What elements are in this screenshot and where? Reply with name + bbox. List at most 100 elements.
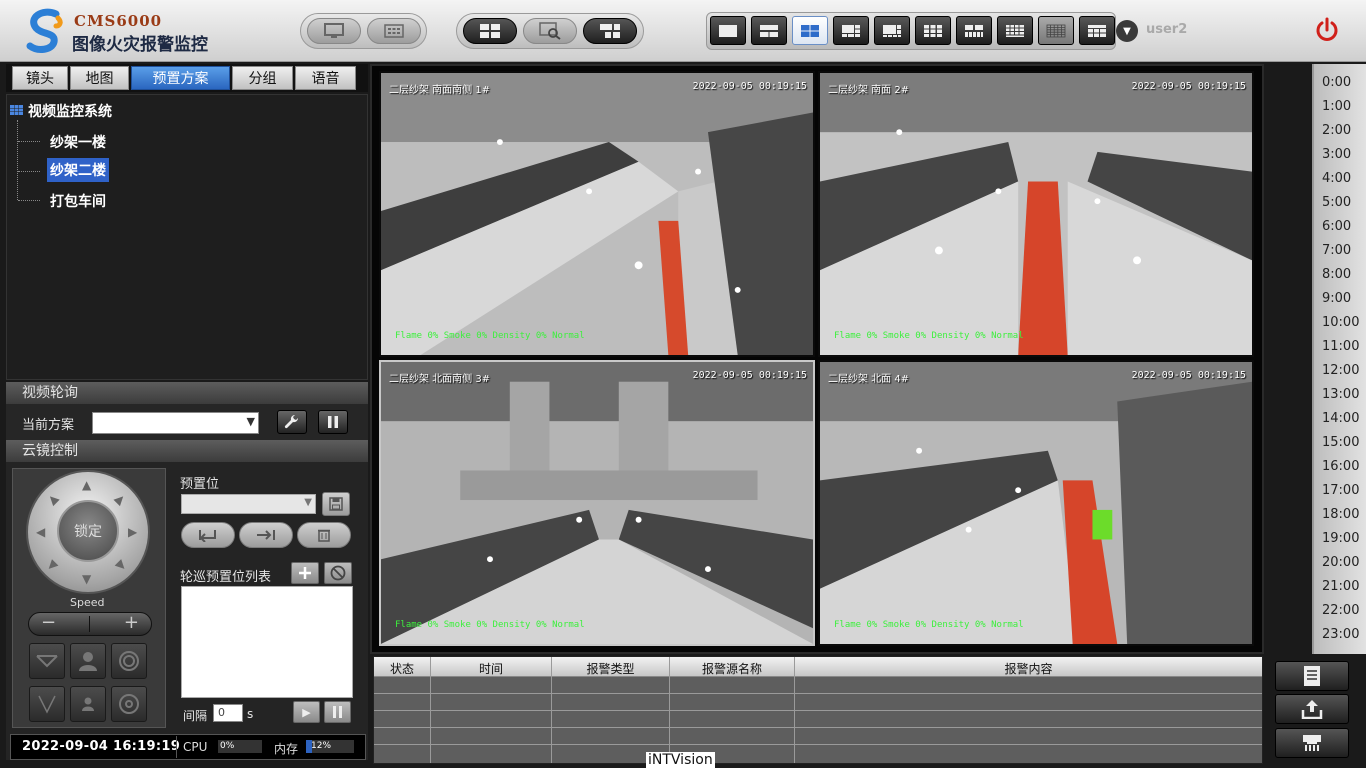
user-menu-chevron-down-icon[interactable]: ▼ (1116, 20, 1138, 42)
timeline-hour-label[interactable]: 2:00 (1322, 123, 1351, 138)
pan-left-arrow-icon[interactable]: ◀ (36, 525, 45, 539)
layout-16-button[interactable] (997, 16, 1033, 45)
timeline-hour-label[interactable]: 22:00 (1322, 603, 1359, 618)
alarm-log-button[interactable] (1275, 661, 1349, 691)
timeline-hour-label[interactable]: 12:00 (1322, 363, 1359, 378)
timeline-hour-label[interactable]: 1:00 (1322, 99, 1351, 114)
timeline-hour-label[interactable]: 13:00 (1322, 387, 1359, 402)
tour-pause-button[interactable] (318, 410, 348, 434)
pan-right-arrow-icon[interactable]: ▶ (128, 525, 137, 539)
config-button[interactable] (583, 18, 637, 44)
pan-up-arrow-icon[interactable]: ▲ (82, 478, 91, 492)
layout-25-button[interactable] (1038, 16, 1074, 45)
speed-label: Speed (70, 596, 105, 609)
layout-8-button[interactable] (874, 16, 910, 45)
power-icon[interactable] (1313, 16, 1341, 44)
preset-select[interactable]: ▼ (181, 494, 316, 514)
video-cell-1[interactable]: 二层纱架 南面南侧 1# 2022-09-05 00:19:15 Flame 0… (379, 71, 815, 357)
tour-play-button[interactable]: ▶ (293, 701, 320, 723)
tour-preset-list[interactable] (181, 586, 353, 698)
app-logo-icon (26, 8, 63, 53)
layout-9-button[interactable] (915, 16, 951, 45)
iris-close-button[interactable] (111, 686, 147, 722)
timeline-hour-label[interactable]: 16:00 (1322, 459, 1359, 474)
column-header-status[interactable]: 状态 (374, 660, 430, 677)
tour-add-button[interactable] (291, 562, 319, 584)
layout-4-button[interactable] (792, 16, 828, 45)
layout-25-icon (1046, 24, 1066, 37)
preset-set-button[interactable] (239, 522, 293, 548)
tour-stop-button[interactable] (324, 701, 351, 723)
preview-button[interactable] (463, 18, 517, 44)
monitor-view-button[interactable] (307, 18, 361, 44)
zoom-out-button[interactable] (29, 686, 65, 722)
preset-call-button[interactable] (181, 522, 235, 548)
focus-far-button[interactable] (70, 686, 106, 722)
layout-6-button[interactable] (833, 16, 869, 45)
video-cell-2[interactable]: 二层纱架 南面 2# 2022-09-05 00:19:15 Flame 0% … (818, 71, 1254, 357)
timeline-hour-label[interactable]: 6:00 (1322, 219, 1351, 234)
timeline-hour-label[interactable]: 19:00 (1322, 531, 1359, 546)
timeline-hour-label[interactable]: 11:00 (1322, 339, 1359, 354)
current-scheme-select[interactable]: ▼ (92, 412, 259, 434)
user-name[interactable]: user2 (1146, 22, 1187, 37)
timeline-hour-label[interactable]: 3:00 (1322, 147, 1351, 162)
layout-10-button[interactable] (956, 16, 992, 45)
speed-control: − + (28, 612, 152, 636)
timeline-hour-label[interactable]: 20:00 (1322, 555, 1359, 570)
zoom-in-button[interactable] (29, 643, 65, 679)
tab-voice[interactable]: 语音 (295, 66, 356, 90)
layout-2-button[interactable] (751, 16, 787, 45)
timeline-hour-label[interactable]: 14:00 (1322, 411, 1359, 426)
tab-camera[interactable]: 镜头 (12, 66, 68, 90)
tree-item-packing-workshop[interactable]: 打包车间 (47, 189, 109, 213)
timeline-hour-label[interactable]: 0:00 (1322, 75, 1351, 90)
memory-usage-value: 12% (311, 741, 332, 751)
scheme-settings-button[interactable] (277, 410, 307, 434)
speed-divider (89, 616, 90, 632)
playback-search-button[interactable] (523, 18, 577, 44)
tab-preset-scheme[interactable]: 预置方案 (131, 66, 230, 90)
brand-name: CMS6000 (74, 12, 163, 30)
timeline-hour-label[interactable]: 10:00 (1322, 315, 1359, 330)
tab-group[interactable]: 分组 (232, 66, 293, 90)
keypad-view-button[interactable] (367, 18, 421, 44)
video-cell-3[interactable]: 二层纱架 北面南侧 3# 2022-09-05 00:19:15 Flame 0… (379, 360, 815, 646)
preset-delete-button[interactable] (297, 522, 351, 548)
focus-near-button[interactable] (70, 643, 106, 679)
pan-down-arrow-icon[interactable]: ▼ (82, 572, 91, 586)
person-small-icon (82, 697, 94, 711)
timeline-hour-label[interactable]: 23:00 (1322, 627, 1359, 642)
timeline-hour-label[interactable]: 8:00 (1322, 267, 1351, 282)
ptz-lock-button[interactable]: 锁定 (57, 500, 119, 562)
video-cell-4[interactable]: 二层纱架 北面 4# 2022-09-05 00:19:15 Flame 0% … (818, 360, 1254, 646)
preset-save-button[interactable] (322, 492, 350, 516)
timeline-hour-label[interactable]: 9:00 (1322, 291, 1351, 306)
timeline-hour-label[interactable]: 7:00 (1322, 243, 1351, 258)
column-header-time[interactable]: 时间 (431, 660, 551, 677)
timeline-hour-label[interactable]: 17:00 (1322, 483, 1359, 498)
column-header-alarm-type[interactable]: 报警类型 (552, 660, 669, 677)
column-header-alarm-source[interactable]: 报警源名称 (670, 660, 794, 677)
tree-root[interactable]: 视频监控系统 (28, 101, 112, 121)
tree-item-yarn-floor-2[interactable]: 纱架二楼 (47, 158, 109, 182)
tab-map[interactable]: 地图 (70, 66, 129, 90)
clear-alarms-button[interactable] (1275, 728, 1349, 758)
timeline-hour-label[interactable]: 5:00 (1322, 195, 1351, 210)
column-header-alarm-content[interactable]: 报警内容 (795, 660, 1262, 677)
timeline-hour-label[interactable]: 15:00 (1322, 435, 1359, 450)
interval-input[interactable]: 0 (213, 704, 243, 722)
tree-item-yarn-floor-1[interactable]: 纱架一楼 (47, 130, 109, 154)
speed-decrease-button[interactable]: − (41, 612, 56, 633)
export-button[interactable] (1275, 694, 1349, 724)
tour-remove-button[interactable] (324, 562, 352, 584)
layout-1-button[interactable] (710, 16, 746, 45)
timeline-hour-label[interactable]: 4:00 (1322, 171, 1351, 186)
timeline-hour-label[interactable]: 21:00 (1322, 579, 1359, 594)
playback-timeline[interactable]: 0:00 1:00 2:00 3:00 4:00 5:00 6:00 7:00 8:00 9:00… (1312, 64, 1366, 654)
iris-open-button[interactable] (111, 643, 147, 679)
layout-custom-button[interactable] (1079, 16, 1115, 45)
speed-increase-button[interactable]: + (124, 612, 139, 633)
camera-feed-image (820, 362, 1252, 644)
timeline-hour-label[interactable]: 18:00 (1322, 507, 1359, 522)
